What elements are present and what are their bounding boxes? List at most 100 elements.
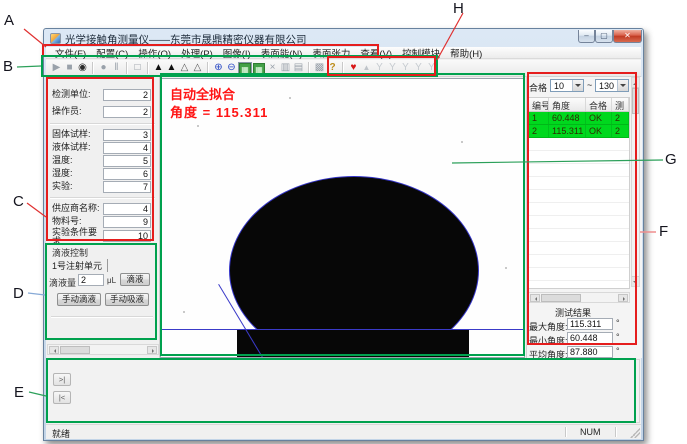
baseline-icon[interactable]: ⊖	[225, 61, 238, 75]
chevron-down-icon[interactable]	[572, 80, 583, 91]
injector-unit-tab[interactable]: 1号注射单元	[52, 259, 108, 272]
cell-pass: OK	[586, 112, 612, 124]
volume-input[interactable]: 2	[78, 274, 104, 286]
min-angle-value[interactable]: 60.448	[567, 332, 613, 344]
copy-icon[interactable]: ▥	[279, 61, 292, 75]
camera-icon[interactable]: ◉	[76, 61, 89, 75]
scroll-thumb[interactable]	[541, 294, 581, 302]
record-icon[interactable]: ●	[97, 61, 110, 75]
scroll-right-icon[interactable]	[618, 294, 628, 302]
pause-icon[interactable]: ‖	[110, 61, 123, 75]
table-row[interactable]: 1 60.448 OK 2	[529, 112, 629, 125]
scroll-thumb[interactable]	[60, 346, 90, 354]
operator-field[interactable]: 2	[103, 106, 151, 118]
detect-unit-field[interactable]: 2	[103, 89, 151, 101]
paste-icon[interactable]: ▤	[292, 61, 305, 75]
table-row[interactable]: 2 115.311 OK 2	[529, 125, 629, 138]
scroll-up-icon[interactable]	[632, 78, 639, 88]
liquid-sample-field[interactable]: 4	[103, 142, 151, 154]
close-button[interactable]: ✕	[613, 30, 642, 43]
scroll-left-icon[interactable]	[49, 346, 59, 354]
annotation-letter-a: A	[4, 12, 14, 29]
field-label: 液体试样:	[52, 143, 104, 152]
syringe-icon-1[interactable]: Y	[373, 61, 386, 75]
menu-image[interactable]: 图像(I)	[218, 46, 256, 60]
divider	[50, 197, 155, 199]
menu-surface-tension[interactable]: 表面张力	[307, 46, 355, 60]
results-vscrollbar[interactable]	[631, 77, 640, 287]
range-from-value: 10	[554, 81, 564, 91]
drop-outline-icon-1[interactable]: △	[178, 61, 191, 75]
field-label: 操作员:	[52, 107, 104, 116]
scroll-down-icon[interactable]	[632, 276, 639, 286]
maximize-button[interactable]: ▢	[595, 30, 613, 43]
stop-icon[interactable]: ■	[63, 61, 76, 75]
step-back-button[interactable]: |<	[53, 391, 71, 404]
syringe-icon-3[interactable]: Y	[399, 61, 412, 75]
table-empty-row	[529, 164, 629, 177]
scroll-right-icon[interactable]	[147, 346, 157, 354]
manual-dispense-button[interactable]: 手动滴液	[57, 293, 101, 306]
condition-field[interactable]: 10	[103, 230, 151, 242]
drop-filled-icon-2[interactable]: ▲	[165, 61, 178, 75]
experiment-field[interactable]: 7	[103, 181, 151, 193]
temperature-field[interactable]: 5	[103, 155, 151, 167]
menu-file[interactable]: 文件(F)	[50, 46, 91, 60]
drop-filled-icon-1[interactable]: ▲	[152, 61, 165, 75]
supplier-field[interactable]: 4	[103, 203, 151, 215]
menu-view[interactable]: 查看(V)	[355, 46, 397, 60]
step-forward-button[interactable]: >|	[53, 373, 71, 386]
status-separator	[615, 427, 617, 437]
menu-config[interactable]: 配置(C)	[91, 46, 133, 60]
col-id[interactable]: 编号	[529, 98, 549, 111]
humidity-field[interactable]: 6	[103, 168, 151, 180]
range-to-value: 130	[599, 81, 614, 91]
avg-angle-value[interactable]: 87.880	[567, 346, 613, 358]
drop-image-view[interactable]: 自动全拟合 角度 = 115.311	[160, 78, 525, 358]
toolbar-separator	[92, 62, 94, 74]
max-angle-value[interactable]: 115.311	[567, 318, 613, 330]
needle-up-icon[interactable]: ▲	[360, 61, 373, 75]
table-empty-row	[529, 203, 629, 216]
range-from-select[interactable]: 10	[550, 79, 584, 92]
dispense-button[interactable]: 滴液	[120, 273, 150, 286]
cut-icon[interactable]: ×	[266, 61, 279, 75]
chevron-down-icon[interactable]	[617, 80, 628, 91]
frame-icon[interactable]: □	[131, 61, 144, 75]
field-row: 实验条件要求: 10	[47, 227, 159, 247]
syringe-icon-5[interactable]: Y	[425, 61, 438, 75]
table-hscrollbar[interactable]	[528, 292, 630, 303]
range-to-select[interactable]: 130	[595, 79, 629, 92]
left-panel-hscrollbar[interactable]	[47, 344, 159, 355]
help-icon[interactable]: ?	[326, 61, 339, 75]
degree-unit: °	[616, 332, 620, 342]
solid-sample-field[interactable]: 3	[103, 129, 151, 141]
scroll-thumb[interactable]	[632, 88, 639, 114]
menu-control-module[interactable]: 控制模块	[397, 46, 445, 60]
drop-outline-icon-2[interactable]: △	[191, 61, 204, 75]
print-icon[interactable]: ▩	[313, 61, 326, 75]
col-time[interactable]: 测	[612, 98, 629, 111]
minimize-button[interactable]: –	[578, 30, 595, 43]
menu-help[interactable]: 帮助(H)	[445, 46, 487, 60]
result-row: 最大角度: 115.311 °	[527, 318, 631, 331]
syringe-icon-4[interactable]: Y	[412, 61, 425, 75]
menu-process[interactable]: 处理(P)	[176, 46, 218, 60]
col-angle[interactable]: 角度	[549, 98, 586, 111]
col-pass[interactable]: 合格	[586, 98, 612, 111]
cell-time: 2	[612, 112, 629, 124]
app-icon	[50, 33, 61, 44]
cell-angle: 115.311	[549, 125, 586, 137]
scroll-left-icon[interactable]	[530, 294, 540, 302]
resize-grip[interactable]	[630, 428, 640, 438]
play-icon[interactable]: ▶	[50, 61, 63, 75]
title-bar[interactable]: 光学接触角测量仪——东莞市晟鼎精密仪器有限公司 – ▢ ✕	[44, 29, 643, 47]
dispense-drop-icon[interactable]: ♥	[347, 61, 360, 75]
crosshair-icon[interactable]: ⊕	[212, 61, 225, 75]
menu-surface-energy[interactable]: 表面能(N)	[256, 46, 308, 60]
view-toggle-icon-2[interactable]: ▦	[253, 63, 265, 74]
syringe-icon-2[interactable]: Y	[386, 61, 399, 75]
menu-operate[interactable]: 操作(O)	[133, 46, 176, 60]
view-toggle-icon-1[interactable]: ▦	[239, 63, 251, 74]
manual-aspirate-button[interactable]: 手动吸液	[105, 293, 149, 306]
